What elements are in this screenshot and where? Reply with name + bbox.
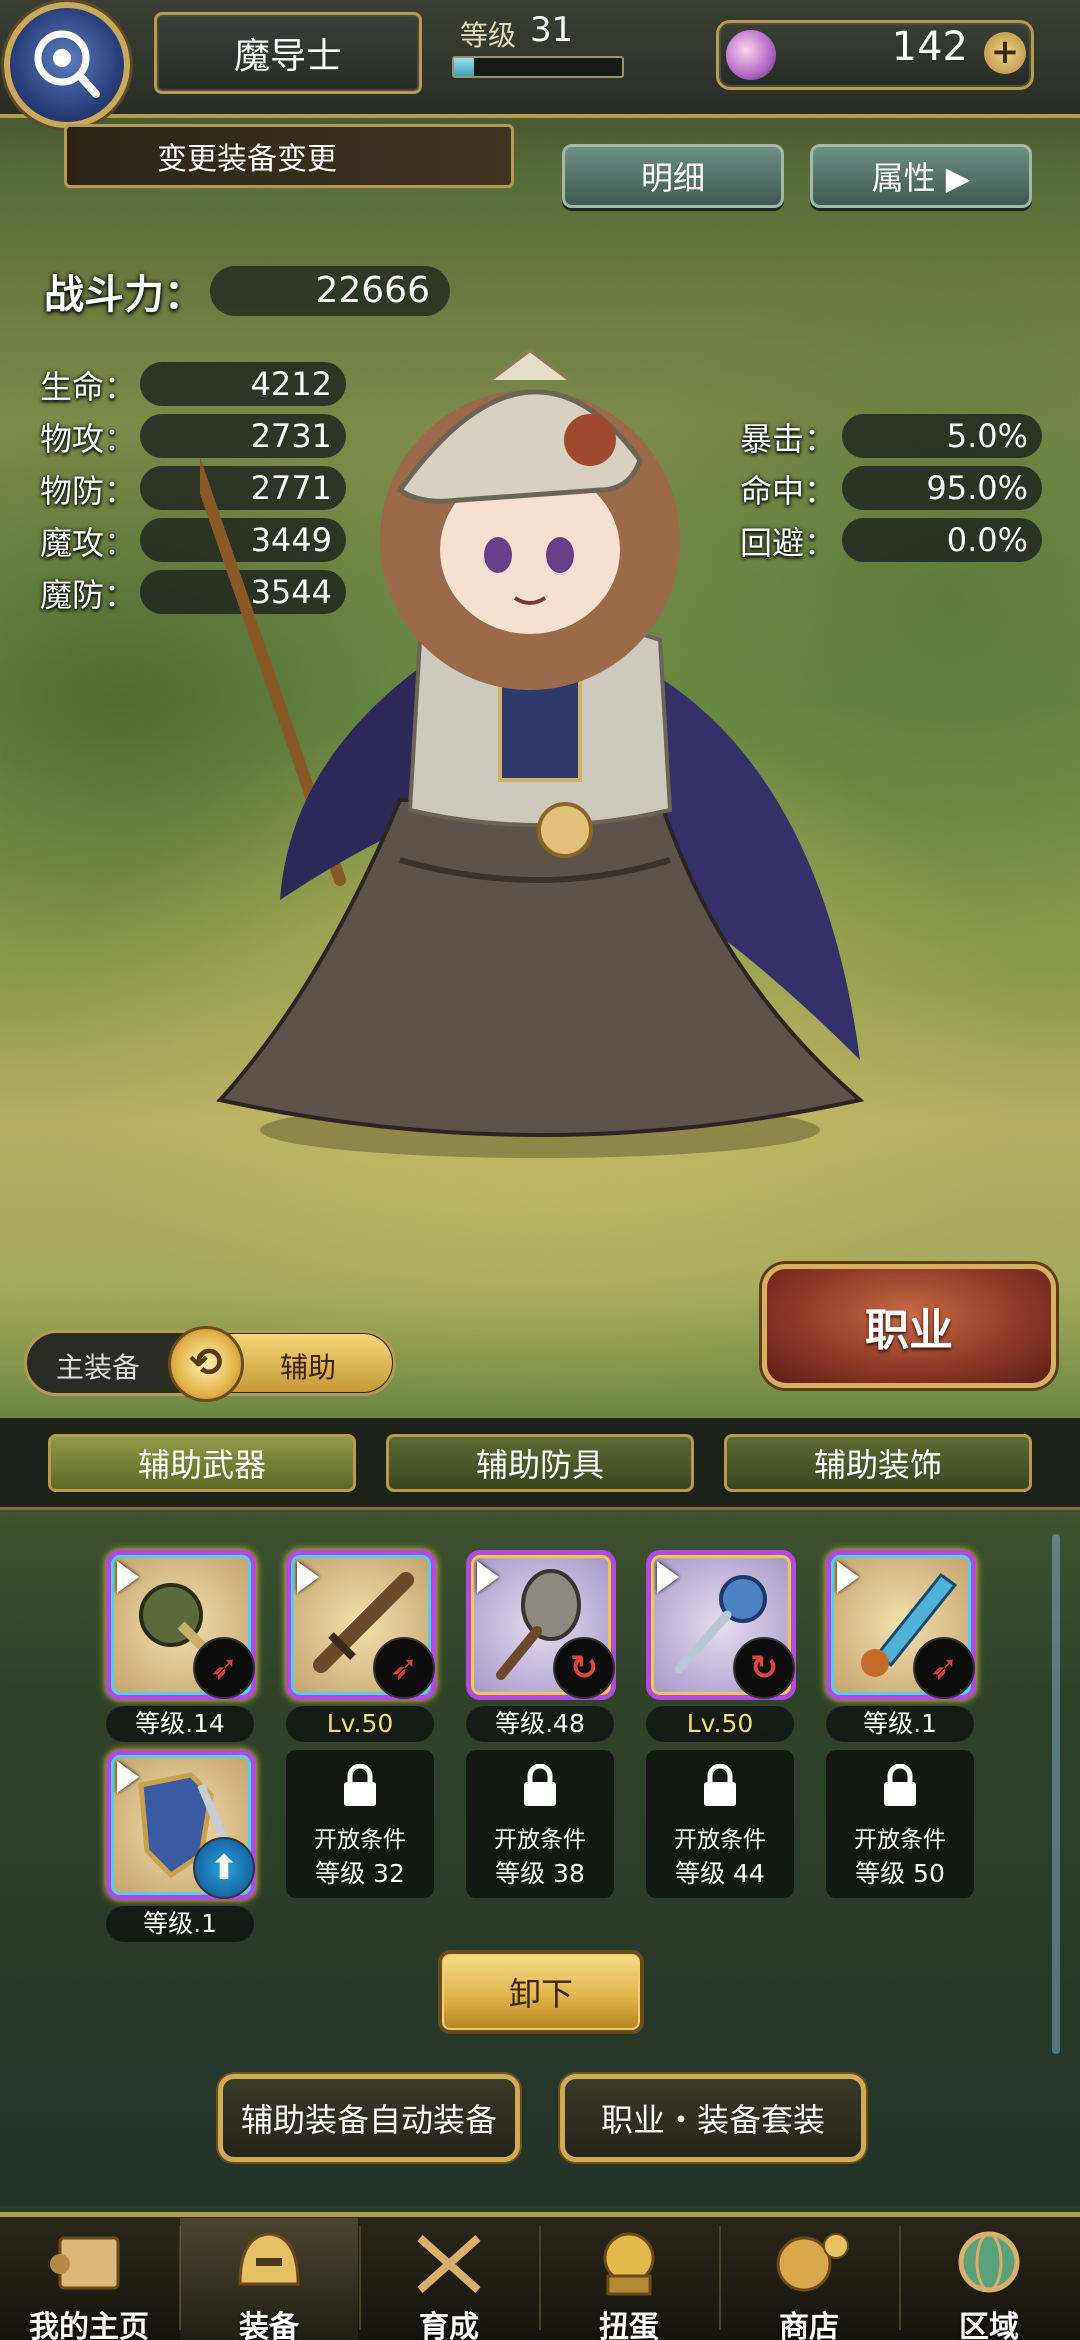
character-avatar[interactable] [4, 2, 130, 128]
swirl-attribute-icon: ↻ [733, 1637, 795, 1699]
slot-level: 等级.1 [826, 1706, 974, 1742]
globe-icon [958, 2231, 1020, 2293]
gacha-icon [603, 2232, 655, 2296]
lock-icon [884, 1764, 916, 1806]
aux-equip-option[interactable]: 辅助 [280, 1346, 336, 1386]
tab-aux-weapon[interactable]: 辅助武器 [48, 1434, 356, 1492]
nav-label: 扭蛋 [599, 2310, 659, 2340]
stat-mdef-label: 魔防： [40, 576, 137, 614]
nav-label: 装备 [239, 2310, 299, 2340]
level-value: 31 [530, 10, 574, 50]
slot-level: Lv.50 [286, 1706, 434, 1742]
locked-slot: 开放条件 等级 44 [646, 1750, 794, 1898]
unlock-condition-level: 等级 38 [495, 1859, 585, 1888]
detail-button[interactable]: 明细 [562, 144, 784, 208]
unlock-condition-level: 等级 44 [675, 1859, 765, 1888]
character-sprite [200, 347, 865, 1158]
preset-label: 变更装备变更 [157, 142, 337, 177]
coin-icon [776, 2233, 849, 2292]
level-progress-bar [452, 56, 624, 78]
tab-aux-accessory[interactable]: 辅助装饰 [724, 1434, 1032, 1492]
nav-label: 区域 [959, 2310, 1019, 2340]
nav-equipment[interactable]: 装备 [180, 2218, 358, 2340]
tab-aux-armor[interactable]: 辅助防具 [386, 1434, 694, 1492]
equipment-preset-selector[interactable]: 变更装备变更 [64, 124, 514, 188]
nav-home[interactable]: 我的主页 [0, 2218, 178, 2340]
unequip-button[interactable]: 卸下 [438, 1950, 644, 2034]
unlock-condition-label: 开放条件 [494, 1827, 586, 1853]
swords-icon [417, 2235, 481, 2293]
nav-label: 商店 [779, 2310, 839, 2340]
equipment-slot[interactable]: ⬆ [106, 1750, 256, 1900]
nav-gacha[interactable]: 扭蛋 [540, 2218, 718, 2340]
main-equip-option[interactable]: 主装备 [56, 1346, 140, 1386]
gem-value: 142 [891, 24, 968, 70]
job-name: 魔导士 [154, 12, 422, 94]
job-button[interactable]: 职业 [762, 1264, 1056, 1388]
unlock-condition-level: 等级 50 [855, 1859, 945, 1888]
play-icon [837, 1561, 859, 1593]
slot-level: 等级.48 [466, 1706, 614, 1742]
stat-hp-label: 生命： [40, 368, 137, 406]
equipment-slot[interactable]: ↻ [466, 1550, 616, 1700]
lock-icon [704, 1764, 736, 1806]
level-label: 等级 [460, 19, 517, 52]
swap-icon[interactable]: ⟲ [168, 1326, 244, 1402]
nav-label: 我的主页 [29, 2310, 149, 2340]
unlock-condition-label: 开放条件 [314, 1827, 406, 1853]
stat-matk-label: 魔攻： [40, 524, 137, 562]
helmet-icon [238, 2232, 300, 2286]
combat-power-label: 战斗力： [44, 272, 204, 318]
unlock-condition-level: 等级 32 [315, 1859, 405, 1888]
equipment-slot[interactable]: ↻ [646, 1550, 796, 1700]
locked-slot: 开放条件 等级 32 [286, 1750, 434, 1898]
nav-area[interactable]: 区域 [900, 2218, 1078, 2340]
gem-icon [726, 30, 776, 80]
unlock-condition-label: 开放条件 [674, 1827, 766, 1853]
equipment-slot[interactable]: ➶ [826, 1550, 976, 1700]
play-icon [477, 1561, 499, 1593]
unlock-condition-label: 开放条件 [854, 1827, 946, 1853]
stat-patk-label: 物攻： [40, 420, 137, 458]
play-icon [117, 1561, 139, 1593]
magnifier-eye-icon [34, 30, 100, 98]
locked-slot: 开放条件 等级 50 [826, 1750, 974, 1898]
play-icon [297, 1561, 319, 1593]
slot-level: 等级.14 [106, 1706, 254, 1742]
level-progress-fill [454, 58, 475, 76]
play-icon [117, 1761, 139, 1793]
add-gems-button[interactable]: + [984, 32, 1026, 74]
lock-icon [344, 1764, 376, 1806]
fire-attribute-icon: ➶ [373, 1637, 435, 1699]
stat-pdef-label: 物防： [40, 472, 137, 510]
swirl-attribute-icon: ↻ [553, 1637, 615, 1699]
equipment-slot[interactable]: ➶ [286, 1550, 436, 1700]
job-equipment-set-button[interactable]: 职业・装备套装 [560, 2074, 866, 2162]
upgrade-arrow-icon: ⬆ [193, 1837, 255, 1899]
equipment-slot[interactable]: ➶ [106, 1550, 256, 1700]
slot-level: Lv.50 [646, 1706, 794, 1742]
auto-equip-button[interactable]: 辅助装备自动装备 [218, 2074, 520, 2162]
nav-label: 育成 [419, 2310, 479, 2340]
lock-icon [524, 1764, 556, 1806]
fire-attribute-icon: ➶ [193, 1637, 255, 1699]
nav-training[interactable]: 育成 [360, 2218, 538, 2340]
slot-level: 等级.1 [106, 1906, 254, 1942]
attributes-button[interactable]: 属性 ▶ [810, 144, 1032, 208]
fire-attribute-icon: ➶ [913, 1637, 975, 1699]
combat-power-value: 22666 [210, 266, 450, 316]
scroll-icon [50, 2236, 120, 2290]
equipment-scrollbar[interactable] [1052, 1534, 1060, 2054]
nav-shop[interactable]: 商店 [720, 2218, 898, 2340]
locked-slot: 开放条件 等级 38 [466, 1750, 614, 1898]
play-icon [657, 1561, 679, 1593]
